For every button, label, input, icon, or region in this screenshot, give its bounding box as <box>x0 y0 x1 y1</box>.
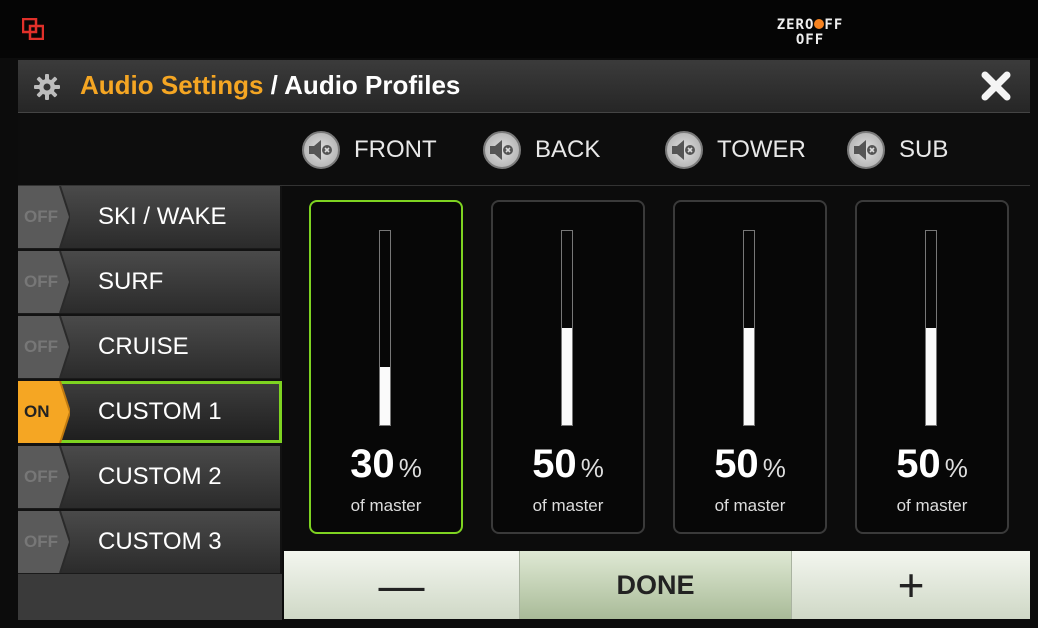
title-bar: Audio Settings / Audio Profiles <box>18 60 1030 113</box>
level-percent: 50% <box>714 442 786 486</box>
profile-item-cruise[interactable]: OFF CRUISE <box>18 316 282 379</box>
page-title: Audio Settings / Audio Profiles <box>80 70 460 101</box>
speaker-muted-icon[interactable] <box>847 131 885 169</box>
profile-item-custom-2[interactable]: OFF CUSTOM 2 <box>18 446 282 509</box>
profile-off-tab[interactable] <box>18 446 70 508</box>
speaker-muted-icon[interactable] <box>302 131 340 169</box>
channel-card-sub[interactable]: 50% of master <box>855 200 1009 534</box>
channel-label: SUB <box>899 136 949 163</box>
level-bar <box>561 230 573 426</box>
profile-name: SKI / WAKE <box>98 203 227 230</box>
of-master-label: of master <box>896 496 968 515</box>
increase-button[interactable]: + <box>792 551 1030 619</box>
channel-card-front[interactable]: 30% of master <box>309 200 463 534</box>
minus-icon: — <box>378 559 425 611</box>
level-bar <box>925 230 937 426</box>
zero-off-state: OFF <box>795 32 825 48</box>
speaker-muted-icon[interactable] <box>483 131 521 169</box>
profile-item-custom-1[interactable]: ON CUSTOM 1 <box>18 381 282 443</box>
level-percent: 50% <box>532 442 604 486</box>
level-bar <box>379 230 391 426</box>
action-bar: — DONE + <box>284 551 1030 619</box>
channel-label: FRONT <box>354 136 437 163</box>
channel-sub-mute[interactable]: SUB <box>847 131 948 169</box>
done-button[interactable]: DONE <box>520 551 792 619</box>
profile-off-tab[interactable] <box>18 186 70 248</box>
plus-icon: + <box>897 559 925 611</box>
channel-label: TOWER <box>717 136 806 163</box>
channel-back-mute[interactable]: BACK <box>483 131 600 169</box>
decrease-button[interactable]: — <box>284 551 520 619</box>
of-master-label: of master <box>350 496 422 515</box>
of-master-label: of master <box>714 496 786 515</box>
profile-name: CUSTOM 1 <box>98 398 222 425</box>
level-bar-fill <box>926 328 936 425</box>
channel-tower-mute[interactable]: TOWER <box>665 131 806 169</box>
level-percent: 30% <box>350 442 422 486</box>
title-page: / Audio Profiles <box>270 70 461 100</box>
level-percent: 50% <box>896 442 968 486</box>
level-bar-fill <box>562 328 572 425</box>
status-bar: ZERO FF OFF <box>0 0 1038 58</box>
profile-name: SURF <box>98 268 164 295</box>
close-button[interactable] <box>980 70 1012 102</box>
profile-item-custom-3[interactable]: OFF CUSTOM 3 <box>18 511 282 574</box>
speaker-muted-icon[interactable] <box>665 131 703 169</box>
channel-card-tower[interactable]: 50% of master <box>673 200 827 534</box>
title-section[interactable]: Audio Settings <box>80 70 263 100</box>
of-master-label: of master <box>532 496 604 515</box>
level-bar-fill <box>744 328 754 425</box>
zero-off-indicator[interactable]: ZERO FF OFF <box>745 18 875 48</box>
profile-off-tab[interactable] <box>18 251 70 313</box>
channel-header: FRONT BACK TOWER SUB <box>18 113 1030 186</box>
profile-item-ski-wake[interactable]: OFF SKI / WAKE <box>18 186 282 249</box>
profile-off-tab[interactable] <box>18 511 70 573</box>
channel-front-mute[interactable]: FRONT <box>302 131 437 169</box>
channel-card-back[interactable]: 50% of master <box>491 200 645 534</box>
channel-label: BACK <box>535 136 601 163</box>
profile-list: OFF SKI / WAKE OFF SURF OFF CRUISE ON CU… <box>18 186 282 620</box>
level-bar-fill <box>380 366 390 425</box>
profile-name: CUSTOM 2 <box>98 463 222 490</box>
app-icon[interactable] <box>22 18 44 40</box>
profile-item-surf[interactable]: OFF SURF <box>18 251 282 314</box>
profile-off-tab[interactable] <box>18 316 70 378</box>
profile-on-tab[interactable] <box>18 381 70 443</box>
zero-off-dot-icon <box>814 19 825 29</box>
profile-list-footer <box>18 574 282 620</box>
profile-name: CRUISE <box>98 333 189 360</box>
gear-icon <box>34 74 60 100</box>
level-bar <box>743 230 755 426</box>
profile-name: CUSTOM 3 <box>98 528 222 555</box>
